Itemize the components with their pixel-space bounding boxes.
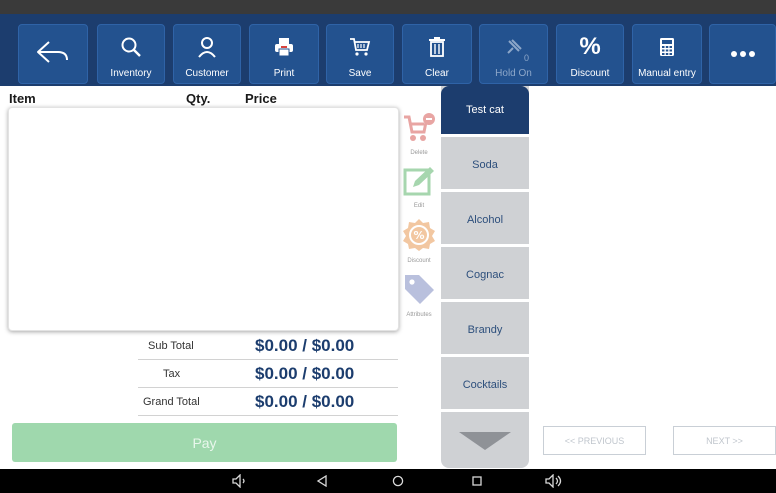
hold-count-badge: 0 (523, 53, 529, 63)
pay-button[interactable]: Pay (12, 423, 397, 462)
trash-icon (403, 25, 471, 68)
chevron-down-icon (457, 430, 513, 457)
category-brandy[interactable]: Brandy (441, 306, 529, 357)
delete-action[interactable]: Delete (400, 112, 438, 156)
volume-up-icon[interactable] (542, 469, 566, 493)
grand-total-label: Grand Total (143, 396, 200, 408)
customer-label: Customer (185, 68, 229, 79)
subtotal-divider (138, 359, 398, 360)
manual-entry-label: Manual entry (638, 68, 696, 79)
clear-button[interactable]: Clear (402, 24, 472, 84)
hold-on-label: Hold On (495, 68, 532, 79)
back-arrow-icon (19, 25, 87, 79)
next-page-button[interactable]: NEXT >> (673, 426, 776, 455)
cart-icon (327, 25, 393, 68)
subtotal-label: Sub Total (148, 340, 194, 352)
subtotal-value: $0.00 / $0.00 (255, 336, 355, 355)
attributes-action-label: Attributes (406, 312, 432, 318)
save-label: Save (348, 68, 372, 79)
tax-value: $0.00 / $0.00 (255, 364, 355, 383)
discount-badge-icon: % (402, 218, 436, 257)
qty-column-header: Qty. (186, 91, 211, 106)
discount-button[interactable]: % Discount (556, 24, 624, 84)
tax-divider (138, 387, 398, 388)
category-cognac[interactable]: Cognac (441, 251, 529, 302)
back-button[interactable] (18, 24, 88, 84)
category-scroll-down-button[interactable] (441, 418, 529, 468)
grand-total-value: $0.00 / $0.00 (255, 392, 355, 411)
percent-icon: % (579, 32, 601, 60)
category-cocktails[interactable]: Cocktails (441, 361, 529, 412)
print-label: Print (273, 68, 295, 79)
discount-label: Discount (570, 68, 610, 79)
tax-label: Tax (163, 368, 181, 380)
clear-label: Clear (425, 68, 449, 79)
category-soda[interactable]: Soda (441, 141, 529, 192)
print-button[interactable]: Print (249, 24, 319, 84)
discount-action-label: Discount (407, 258, 431, 264)
item-column-header: Item (9, 91, 36, 106)
pos-screen: Inventory Customer Print Save Clear 0 Ho… (0, 0, 776, 493)
search-icon (98, 25, 164, 68)
attributes-action[interactable]: Attributes (400, 272, 438, 318)
inventory-button[interactable]: Inventory (97, 24, 165, 84)
person-icon (174, 25, 240, 68)
recents-nav-icon[interactable] (465, 469, 489, 493)
edit-action[interactable]: Edit (400, 165, 438, 209)
delete-action-label: Delete (410, 150, 428, 156)
back-nav-icon[interactable] (310, 469, 334, 493)
printer-icon (250, 25, 318, 68)
system-navigation-bar (0, 469, 776, 493)
tag-icon (402, 272, 436, 311)
edit-icon (403, 165, 435, 202)
svg-text:%: % (413, 229, 424, 242)
grand-total-divider (138, 415, 398, 416)
toolbar: Inventory Customer Print Save Clear 0 Ho… (0, 14, 776, 86)
save-button[interactable]: Save (326, 24, 394, 84)
volume-down-icon[interactable] (228, 469, 252, 493)
price-column-header: Price (245, 91, 277, 106)
status-bar (0, 0, 776, 14)
previous-page-button[interactable]: << PREVIOUS (543, 426, 646, 455)
calculator-icon (633, 25, 701, 68)
pin-icon (480, 25, 547, 68)
category-alcohol[interactable]: Alcohol (441, 196, 529, 247)
cart-remove-icon (402, 112, 436, 149)
discount-action[interactable]: % Discount (400, 218, 438, 264)
customer-button[interactable]: Customer (173, 24, 241, 84)
inventory-label: Inventory (110, 68, 152, 79)
hold-on-button[interactable]: 0 Hold On (479, 24, 548, 84)
manual-entry-button[interactable]: Manual entry (632, 24, 702, 84)
home-nav-icon[interactable] (386, 469, 410, 493)
edit-action-label: Edit (413, 203, 425, 209)
more-dots-icon (730, 45, 756, 63)
category-test-cat[interactable]: Test cat (441, 86, 529, 137)
more-button[interactable] (709, 24, 776, 84)
cart-item-list[interactable] (8, 107, 399, 331)
